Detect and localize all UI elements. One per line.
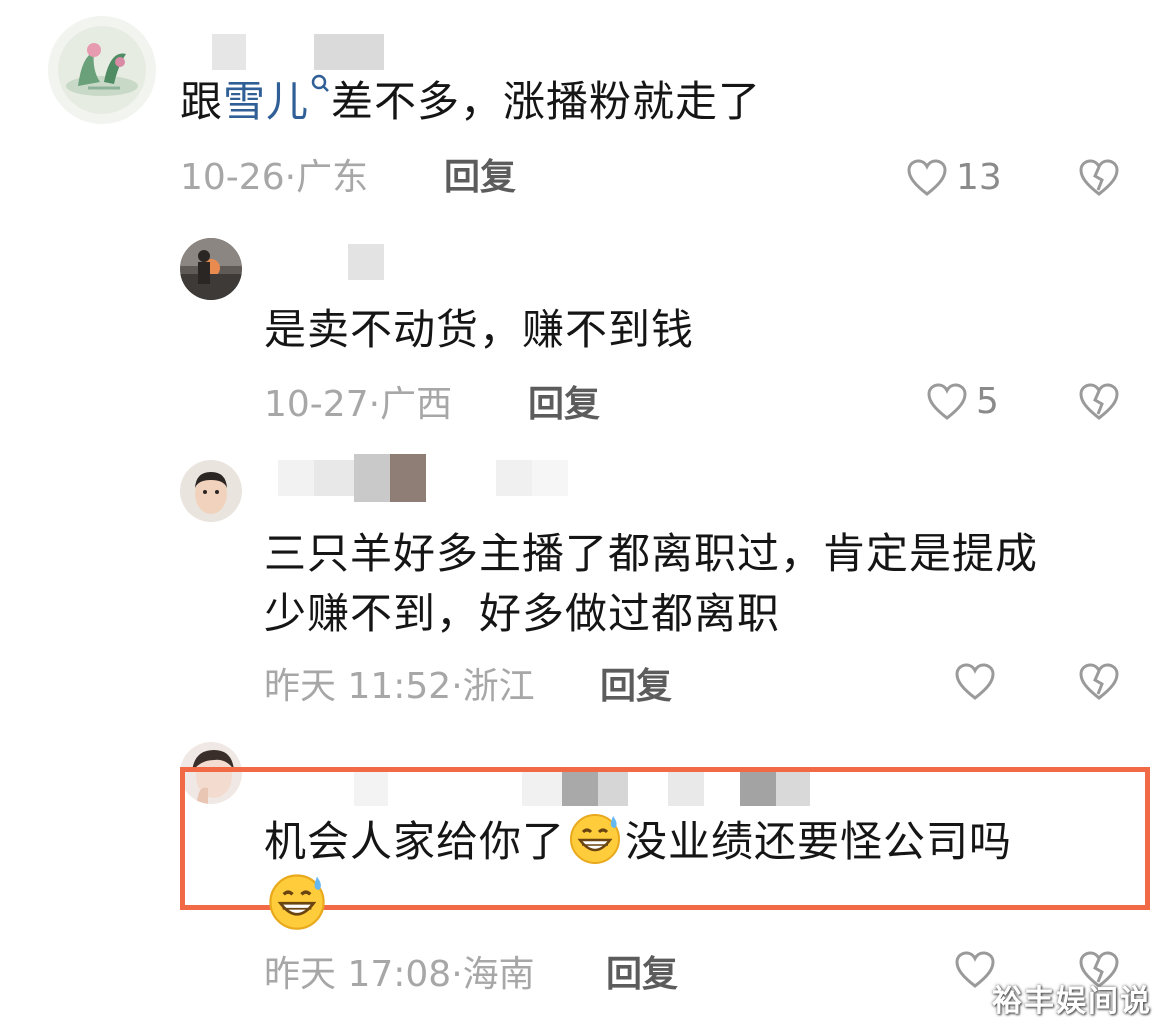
dislike-button-1[interactable] bbox=[1078, 158, 1120, 198]
like-button-3[interactable] bbox=[954, 662, 996, 702]
comment-text-4-line1: 机会人家给你了 没业绩还要怪公司吗 bbox=[264, 810, 1012, 872]
username-blurred-3[interactable] bbox=[278, 454, 568, 502]
reply-button-2[interactable]: 回复 bbox=[528, 383, 600, 427]
heart-icon bbox=[955, 951, 995, 988]
comment-text-2: 是卖不动货，赚不到钱 bbox=[264, 305, 695, 354]
grinning-sweat-emoji bbox=[269, 874, 325, 930]
like-button-4[interactable] bbox=[954, 950, 996, 990]
comment-screenshot: 跟雪儿 差不多，涨播粉就走了 10-26·广东 回复 13 是卖不动货，赚不到钱 … bbox=[0, 0, 1170, 1034]
username-blurred-1[interactable] bbox=[212, 34, 384, 70]
comment-text-4-line2 bbox=[264, 870, 330, 938]
heart-icon bbox=[926, 382, 968, 422]
dislike-button-3[interactable] bbox=[1078, 662, 1120, 702]
like-button-2[interactable]: 5 bbox=[926, 380, 999, 424]
heart-icon bbox=[906, 158, 948, 198]
avatar-comment-2[interactable] bbox=[180, 238, 242, 300]
comment-text-1: 跟雪儿 差不多，涨播粉就走了 bbox=[180, 72, 761, 132]
comment-meta-4: 昨天 17:08·海南 bbox=[264, 954, 535, 995]
search-icon bbox=[311, 74, 329, 92]
reply-button-3[interactable]: 回复 bbox=[600, 665, 672, 709]
heart-icon bbox=[955, 663, 995, 700]
reply-button-1[interactable]: 回复 bbox=[444, 156, 516, 200]
comment-text-3-line2: 少赚不到，好多做过都离职 bbox=[264, 589, 781, 638]
reply-button-4[interactable]: 回复 bbox=[606, 953, 678, 997]
dislike-button-2[interactable] bbox=[1078, 382, 1120, 422]
comment-meta-2: 10-27·广西 bbox=[264, 384, 453, 425]
watermark: 裕丰娱间说 bbox=[992, 984, 1152, 1019]
avatar-comment-3[interactable] bbox=[180, 460, 242, 522]
comment-text-3-line1: 三只羊好多主播了都离职过，肯定是提成 bbox=[264, 529, 1039, 578]
mention-link[interactable]: 雪儿 bbox=[223, 74, 331, 126]
username-blurred-2[interactable] bbox=[348, 244, 384, 280]
comment-meta-1: 10-26·广东 bbox=[180, 157, 369, 198]
like-button-1[interactable]: 13 bbox=[906, 156, 1002, 200]
avatar-comment-1[interactable] bbox=[48, 16, 156, 124]
like-count-2: 5 bbox=[976, 381, 999, 422]
grinning-sweat-emoji bbox=[570, 814, 621, 864]
like-count-1: 13 bbox=[956, 157, 1002, 198]
comment-meta-3: 昨天 11:52·浙江 bbox=[264, 666, 535, 707]
